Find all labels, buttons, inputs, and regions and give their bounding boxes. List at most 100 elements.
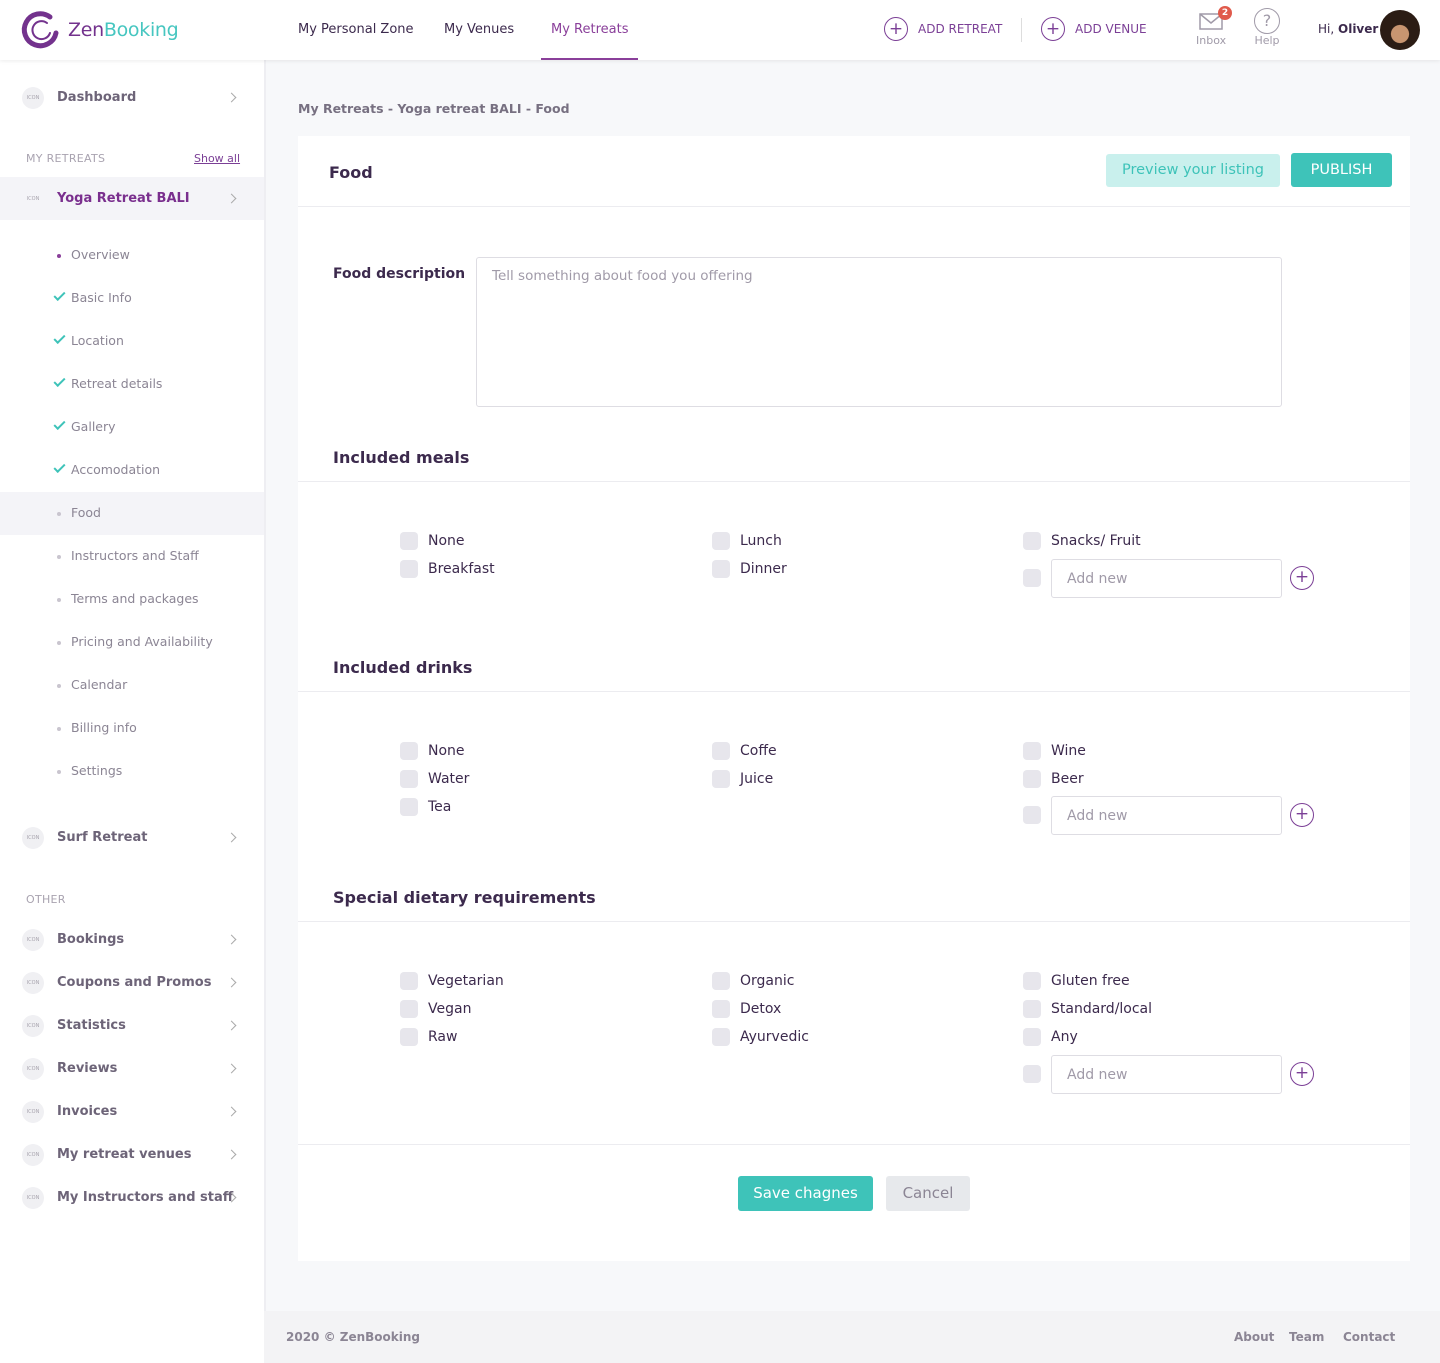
- drink-water-checkbox[interactable]: Water: [400, 770, 469, 788]
- subnav-basic-info[interactable]: Basic Info: [0, 277, 264, 320]
- sidebar-item-bookings[interactable]: ICON Bookings: [0, 918, 264, 961]
- checkbox-box[interactable]: [1023, 1028, 1041, 1046]
- footer-link-about[interactable]: About: [1234, 1330, 1274, 1344]
- logo[interactable]: ZenBooking: [20, 9, 179, 51]
- add-new-diet-input[interactable]: [1051, 1055, 1282, 1094]
- subnav-billing-info[interactable]: Billing info: [0, 707, 264, 750]
- drink-coffe-checkbox[interactable]: Coffe: [712, 742, 777, 760]
- diet-standard-local-checkbox[interactable]: Standard/local: [1023, 1000, 1152, 1018]
- diet-vegan-checkbox[interactable]: Vegan: [400, 1000, 471, 1018]
- diet-any-checkbox[interactable]: Any: [1023, 1028, 1078, 1046]
- add-venue-button[interactable]: + ADD VENUE: [1041, 17, 1147, 41]
- add-new-drink-input[interactable]: [1051, 796, 1282, 835]
- drink-wine-checkbox[interactable]: Wine: [1023, 742, 1086, 760]
- checkbox-box[interactable]: [1023, 770, 1041, 788]
- cancel-button[interactable]: Cancel: [886, 1176, 970, 1211]
- meal-snacks-checkbox[interactable]: Snacks/ Fruit: [1023, 532, 1141, 550]
- food-description-input[interactable]: [476, 257, 1282, 407]
- checkbox-box[interactable]: [712, 1000, 730, 1018]
- diet-gluten-free-checkbox[interactable]: Gluten free: [1023, 972, 1130, 990]
- drink-beer-checkbox[interactable]: Beer: [1023, 770, 1084, 788]
- save-changes-button[interactable]: Save chagnes: [738, 1176, 873, 1211]
- meal-breakfast-checkbox[interactable]: Breakfast: [400, 560, 495, 578]
- checkbox-label: Beer: [1051, 771, 1084, 787]
- sidebar-item-surf-retreat[interactable]: ICON Surf Retreat: [0, 816, 264, 859]
- checkbox-box[interactable]: [1023, 532, 1041, 550]
- checkbox-box[interactable]: [400, 742, 418, 760]
- inbox-button[interactable]: 2 Inbox: [1196, 6, 1233, 47]
- preview-listing-button[interactable]: Preview your listing: [1106, 154, 1280, 187]
- checkbox-box[interactable]: [1023, 972, 1041, 990]
- diet-organic-checkbox[interactable]: Organic: [712, 972, 794, 990]
- footer-link-contact[interactable]: Contact: [1343, 1330, 1395, 1344]
- sidebar-item-yoga-retreat-bali[interactable]: ICON Yoga Retreat BALI: [0, 177, 264, 220]
- chevron-right-icon: [226, 832, 237, 843]
- add-new-diet-checkbox[interactable]: [1023, 1065, 1041, 1083]
- sidebar: ICON Dashboard MY RETREATS Show all ICON…: [0, 60, 266, 1363]
- diet-raw-checkbox[interactable]: Raw: [400, 1028, 457, 1046]
- meal-none-checkbox[interactable]: None: [400, 532, 465, 550]
- sidebar-item-invoices[interactable]: ICON Invoices: [0, 1090, 264, 1133]
- checkbox-box[interactable]: [712, 560, 730, 578]
- publish-button[interactable]: PUBLISH: [1291, 153, 1392, 187]
- checkbox-box[interactable]: [1023, 1000, 1041, 1018]
- checkbox-box[interactable]: [400, 972, 418, 990]
- sidebar-item-statistics[interactable]: ICON Statistics: [0, 1004, 264, 1047]
- subnav-settings[interactable]: Settings: [0, 750, 264, 793]
- subnav-food[interactable]: Food: [0, 492, 264, 535]
- checkbox-box[interactable]: [400, 798, 418, 816]
- checkbox-box[interactable]: [712, 1028, 730, 1046]
- diet-ayurvedic-checkbox[interactable]: Ayurvedic: [712, 1028, 809, 1046]
- sidebar-item-coupons-and-promos[interactable]: ICON Coupons and Promos: [0, 961, 264, 1004]
- placeholder-icon: ICON: [26, 195, 40, 202]
- subnav-gallery[interactable]: Gallery: [0, 406, 264, 449]
- nav-my-venues[interactable]: My Venues: [444, 0, 514, 60]
- add-drink-plus-icon[interactable]: +: [1290, 803, 1314, 827]
- show-all-link[interactable]: Show all: [194, 152, 240, 165]
- add-diet-plus-icon[interactable]: +: [1290, 1062, 1314, 1086]
- checkbox-box[interactable]: [400, 532, 418, 550]
- drink-tea-checkbox[interactable]: Tea: [400, 798, 451, 816]
- add-new-drink-checkbox[interactable]: [1023, 806, 1041, 824]
- add-retreat-button[interactable]: + ADD RETREAT: [884, 17, 1002, 41]
- subnav-calendar[interactable]: Calendar: [0, 664, 264, 707]
- meal-lunch-checkbox[interactable]: Lunch: [712, 532, 782, 550]
- subnav-pricing-and-availability[interactable]: Pricing and Availability: [0, 621, 264, 664]
- diet-detox-checkbox[interactable]: Detox: [712, 1000, 781, 1018]
- nav-my-retreats[interactable]: My Retreats: [541, 0, 639, 60]
- checkbox-box[interactable]: [712, 770, 730, 788]
- checkbox-box[interactable]: [712, 532, 730, 550]
- checkbox-box[interactable]: [712, 972, 730, 990]
- sidebar-item-reviews[interactable]: ICON Reviews: [0, 1047, 264, 1090]
- checkbox-box[interactable]: [400, 560, 418, 578]
- drink-none-checkbox[interactable]: None: [400, 742, 465, 760]
- subnav-overview[interactable]: Overview: [0, 234, 264, 277]
- sidebar-item-my-retreat-venues[interactable]: ICON My retreat venues: [0, 1133, 264, 1176]
- add-new-meal-checkbox[interactable]: [1023, 569, 1041, 587]
- footer-link-team[interactable]: Team: [1289, 1330, 1324, 1344]
- subnav-instructors-and-staff[interactable]: Instructors and Staff: [0, 535, 264, 578]
- subnav-label: Gallery: [71, 419, 116, 434]
- subnav-retreat-details[interactable]: Retreat details: [0, 363, 264, 406]
- divider: [298, 691, 1410, 692]
- sidebar-item-dashboard[interactable]: ICON Dashboard: [0, 76, 264, 119]
- checkbox-box[interactable]: [400, 1028, 418, 1046]
- subnav-accomodation[interactable]: Accomodation: [0, 449, 264, 492]
- checkbox-box[interactable]: [400, 770, 418, 788]
- checkbox-box[interactable]: [400, 1000, 418, 1018]
- checkbox-box[interactable]: [1023, 742, 1041, 760]
- add-meal-plus-icon[interactable]: +: [1290, 566, 1314, 590]
- chevron-right-icon: [226, 92, 237, 103]
- avatar[interactable]: [1380, 10, 1420, 50]
- drink-juice-checkbox[interactable]: Juice: [712, 770, 773, 788]
- nav-my-personal-zone[interactable]: My Personal Zone: [298, 0, 414, 60]
- subnav-terms-and-packages[interactable]: Terms and packages: [0, 578, 264, 621]
- subnav-location[interactable]: Location: [0, 320, 264, 363]
- sidebar-item-my-instructors-and-staff[interactable]: ICON My Instructors and staff: [0, 1176, 264, 1219]
- diet-vegetarian-checkbox[interactable]: Vegetarian: [400, 972, 504, 990]
- checkbox-box[interactable]: [712, 742, 730, 760]
- chevron-right-icon: [226, 1106, 237, 1117]
- help-button[interactable]: ? Help: [1254, 8, 1280, 47]
- meal-dinner-checkbox[interactable]: Dinner: [712, 560, 787, 578]
- add-new-meal-input[interactable]: [1051, 559, 1282, 598]
